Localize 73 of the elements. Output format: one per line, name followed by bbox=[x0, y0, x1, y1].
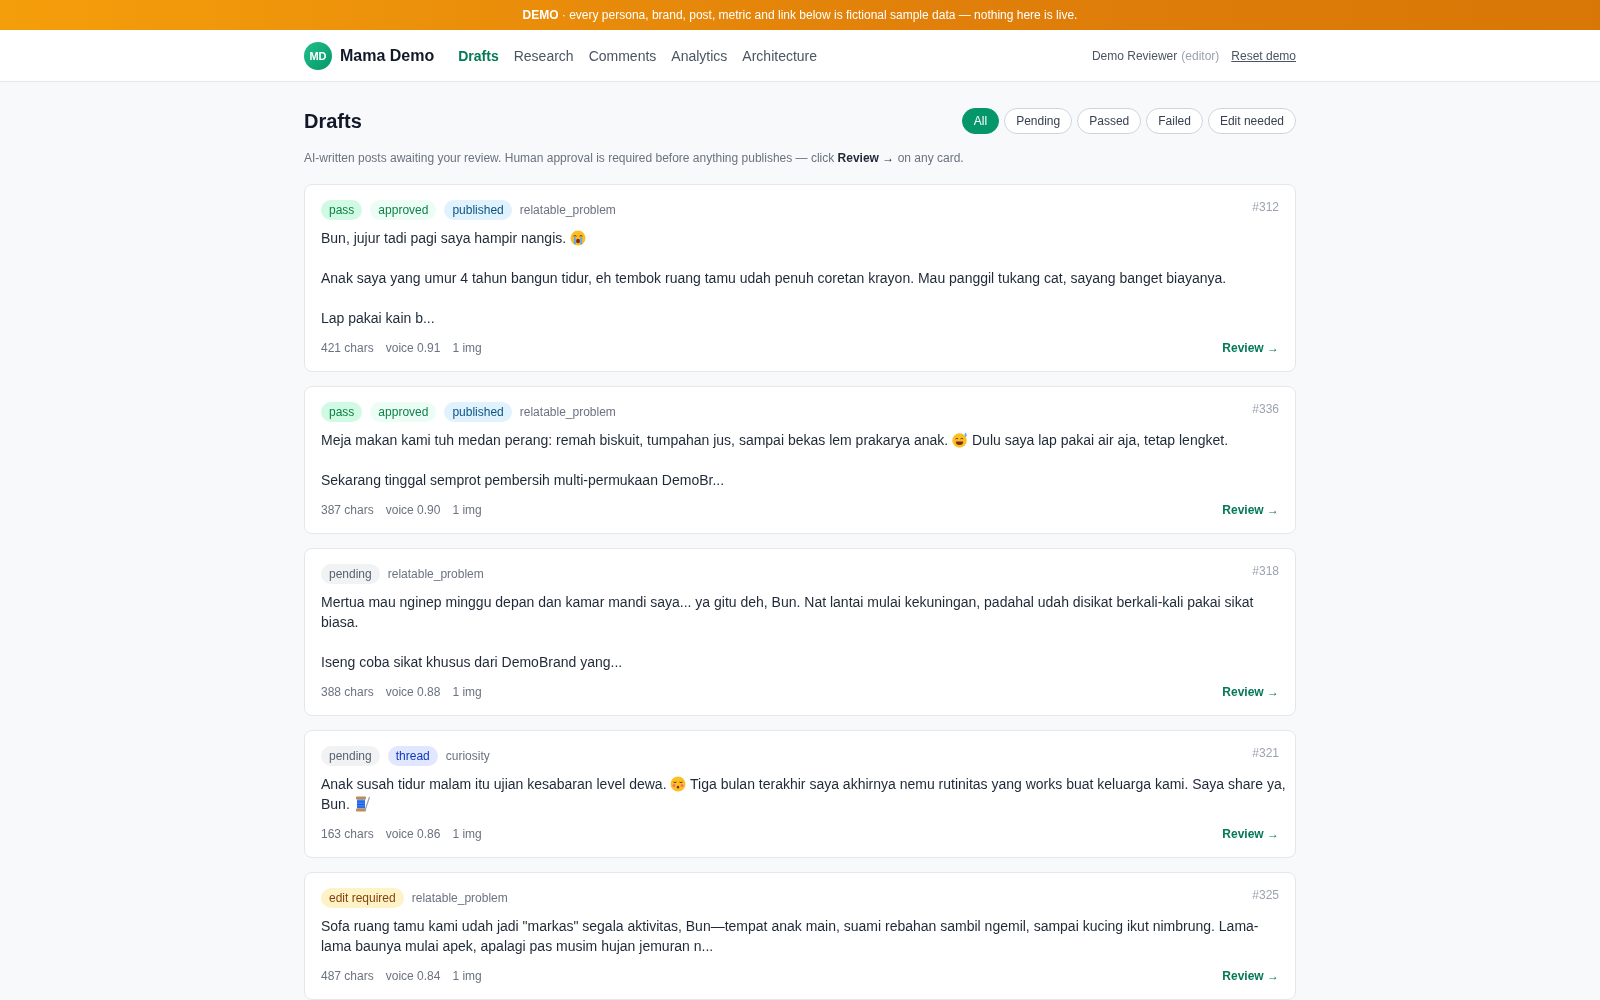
status-tag: pass bbox=[321, 402, 363, 422]
status-tag: pending bbox=[321, 746, 380, 766]
draft-stat: 1 img bbox=[452, 685, 482, 699]
page-title: Drafts bbox=[304, 109, 362, 133]
post-text: Anak susah tidur malam itu ujian kesabaran level dewa. bbox=[321, 776, 667, 792]
post-text: Bun, jujur tadi pagi saya hampir nangis. bbox=[321, 230, 567, 246]
post-text: Lap pakai kain b... bbox=[321, 310, 435, 326]
filter-chip[interactable]: Pending bbox=[1004, 108, 1073, 134]
nav-link[interactable]: Comments bbox=[588, 47, 657, 64]
draft-stat: 1 img bbox=[452, 341, 482, 355]
grinning-sweat-face-icon bbox=[952, 432, 969, 448]
status-tag: approved bbox=[370, 402, 437, 422]
draft-stat: voice 0.88 bbox=[385, 685, 441, 699]
page-description: AI-written posts awaiting your review. Human approval is required before anything publishes — click Review → on any card. bbox=[304, 150, 965, 166]
topic-label: relatable_problem bbox=[387, 567, 484, 581]
draft-stat: 487 chars bbox=[321, 969, 374, 983]
review-link[interactable]: Review → bbox=[1222, 969, 1279, 983]
brand-name[interactable]: Mama Demo bbox=[340, 46, 435, 65]
review-link[interactable]: Review → bbox=[1222, 685, 1279, 699]
draft-stat: 163 chars bbox=[321, 827, 374, 841]
post-text: Meja makan kami tuh medan perang: remah biskuit, tumpahan jus, sampai bekas lem prakarya anak. bbox=[321, 432, 949, 448]
face-with-closed-eyes-icon bbox=[670, 776, 687, 792]
draft-stat: voice 0.91 bbox=[385, 341, 441, 355]
post-text: Mertua mau nginep minggu depan dan kamar mandi saya... ya gitu deh, Bun. Nat lantai mulai kekuningan, padahal udah disikat berkali-kali pakai sikat biasa. bbox=[321, 594, 1254, 630]
thread-spool-icon bbox=[353, 796, 370, 812]
status-tag: pending bbox=[321, 564, 380, 584]
post-text: Bun. bbox=[321, 796, 350, 812]
demo-banner: DEMO · every persona, brand, post, metric and link below is fictional sample data — nothing here is live. bbox=[0, 0, 1600, 30]
post-text: Dulu saya lap pakai air aja, tetap lengket. bbox=[972, 432, 1229, 448]
filter-chip[interactable]: Failed bbox=[1146, 108, 1203, 134]
status-tag: published bbox=[444, 402, 512, 422]
draft-id: #321 bbox=[1252, 746, 1279, 760]
topic-label: curiosity bbox=[445, 749, 490, 763]
post-text: Sofa ruang tamu kami udah jadi "markas" segala aktivitas, Bun—tempat anak main, suami rebahan sambil ngemil, sampai kucing ikut nimbrung. Lama-lama baunya mulai apek, apalagi pas musim hujan jemuran n... bbox=[321, 918, 1259, 954]
review-link[interactable]: Review → bbox=[1222, 827, 1279, 841]
draft-stat: voice 0.90 bbox=[385, 503, 441, 517]
reset-demo-link[interactable]: Reset demo bbox=[1231, 48, 1296, 63]
post-text: Iseng coba sikat khusus dari DemoBrand yang... bbox=[321, 654, 623, 670]
nav-link[interactable]: Drafts bbox=[458, 47, 499, 64]
topic-label: relatable_problem bbox=[519, 405, 616, 419]
nav-link[interactable]: Analytics bbox=[671, 47, 728, 64]
nav-link[interactable]: Research bbox=[513, 47, 574, 64]
topic-label: relatable_problem bbox=[519, 203, 616, 217]
filter-chip[interactable]: Passed bbox=[1077, 108, 1142, 134]
draft-stat: 1 img bbox=[452, 827, 482, 841]
draft-stat: 1 img bbox=[452, 503, 482, 517]
draft-stat: 387 chars bbox=[321, 503, 374, 517]
draft-stat: 388 chars bbox=[321, 685, 374, 699]
post-text: Anak saya yang umur 4 tahun bangun tidur, eh tembok ruang tamu udah penuh coretan krayon. Mau panggil tukang cat, sayang banget biayanya. bbox=[321, 270, 1227, 286]
draft-id: #325 bbox=[1252, 888, 1279, 902]
post-text: Tiga bulan terakhir saya akhirnya nemu rutinitas yang works buat keluarga kami. Saya share ya, bbox=[690, 776, 1286, 792]
topic-label: relatable_problem bbox=[411, 891, 508, 905]
crying-face-icon bbox=[570, 230, 587, 246]
user-role: (editor) bbox=[1181, 48, 1220, 63]
review-link[interactable]: Review → bbox=[1222, 341, 1279, 355]
filter-chip[interactable]: Edit needed bbox=[1207, 108, 1296, 134]
status-tag: published bbox=[444, 200, 512, 220]
draft-stat: voice 0.86 bbox=[385, 827, 441, 841]
status-tag: thread bbox=[387, 746, 438, 766]
draft-stat: voice 0.84 bbox=[385, 969, 441, 983]
status-tag: approved bbox=[370, 200, 437, 220]
draft-stat: 1 img bbox=[452, 969, 482, 983]
nav-link[interactable]: Architecture bbox=[742, 47, 818, 64]
status-tag: edit required bbox=[321, 888, 404, 908]
status-tag: pass bbox=[321, 200, 363, 220]
post-text: Sekarang tinggal semprot pembersih multi-permukaan DemoBr... bbox=[321, 472, 725, 488]
user-name: Demo Reviewer bbox=[1091, 48, 1178, 63]
draft-id: #318 bbox=[1252, 564, 1279, 578]
filter-chip[interactable]: All bbox=[961, 108, 1000, 134]
review-link[interactable]: Review → bbox=[1222, 503, 1279, 517]
draft-id: #312 bbox=[1252, 200, 1279, 214]
draft-id: #336 bbox=[1252, 402, 1279, 416]
draft-stat: 421 chars bbox=[321, 341, 374, 355]
